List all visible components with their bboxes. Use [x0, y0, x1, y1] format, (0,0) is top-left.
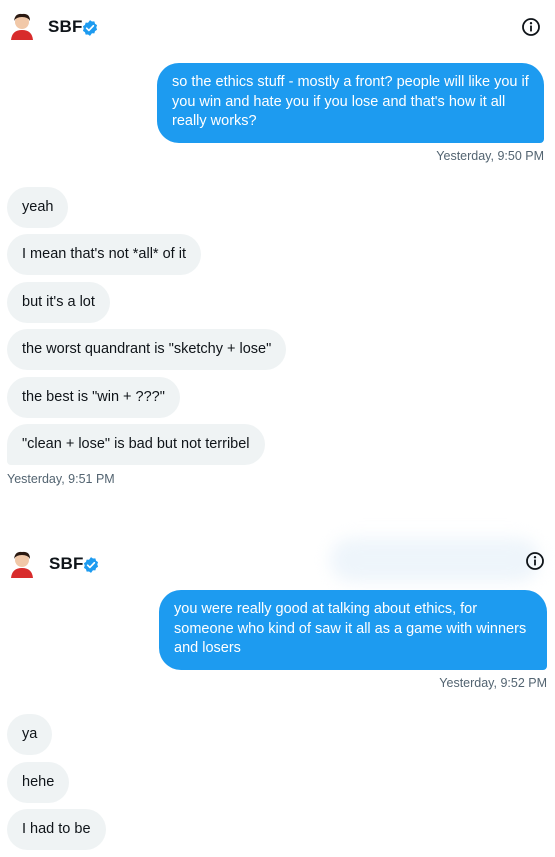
incoming-message-bubble[interactable]: "clean + lose" is bad but not terribel — [7, 424, 265, 465]
contact-name[interactable]: SBF — [48, 17, 83, 37]
verified-badge-icon — [83, 557, 99, 573]
info-icon[interactable] — [525, 551, 545, 571]
incoming-message-bubble[interactable]: I had to be — [7, 809, 106, 850]
avatar[interactable] — [8, 550, 36, 578]
incoming-message-bubble[interactable]: ya — [7, 714, 53, 755]
contact-name[interactable]: SBF — [49, 554, 84, 574]
message-timestamp: Yesterday, 9:51 PM — [7, 472, 115, 486]
incoming-message-bubble[interactable]: yeah — [7, 187, 69, 228]
outgoing-message-bubble[interactable]: so the ethics stuff - mostly a front? pe… — [157, 63, 544, 143]
incoming-message-bubble[interactable]: the worst quandrant is "sketchy + lose" — [7, 329, 287, 370]
incoming-message-bubble[interactable]: the best is "win + ???" — [7, 377, 180, 418]
conversation-header: SBF — [0, 538, 555, 588]
incoming-message-bubble[interactable]: I mean that's not *all* of it — [7, 234, 201, 275]
verified-badge-icon — [82, 20, 98, 36]
message-timestamp: Yesterday, 9:50 PM — [436, 149, 544, 163]
incoming-message-bubble[interactable]: but it's a lot — [7, 282, 110, 323]
info-icon[interactable] — [521, 17, 541, 37]
outgoing-message-bubble[interactable]: you were really good at talking about et… — [159, 590, 547, 670]
message-timestamp: Yesterday, 9:52 PM — [439, 676, 547, 690]
conversation-header: SBF — [0, 0, 555, 50]
incoming-message-bubble[interactable]: hehe — [7, 762, 70, 803]
avatar[interactable] — [8, 12, 36, 40]
